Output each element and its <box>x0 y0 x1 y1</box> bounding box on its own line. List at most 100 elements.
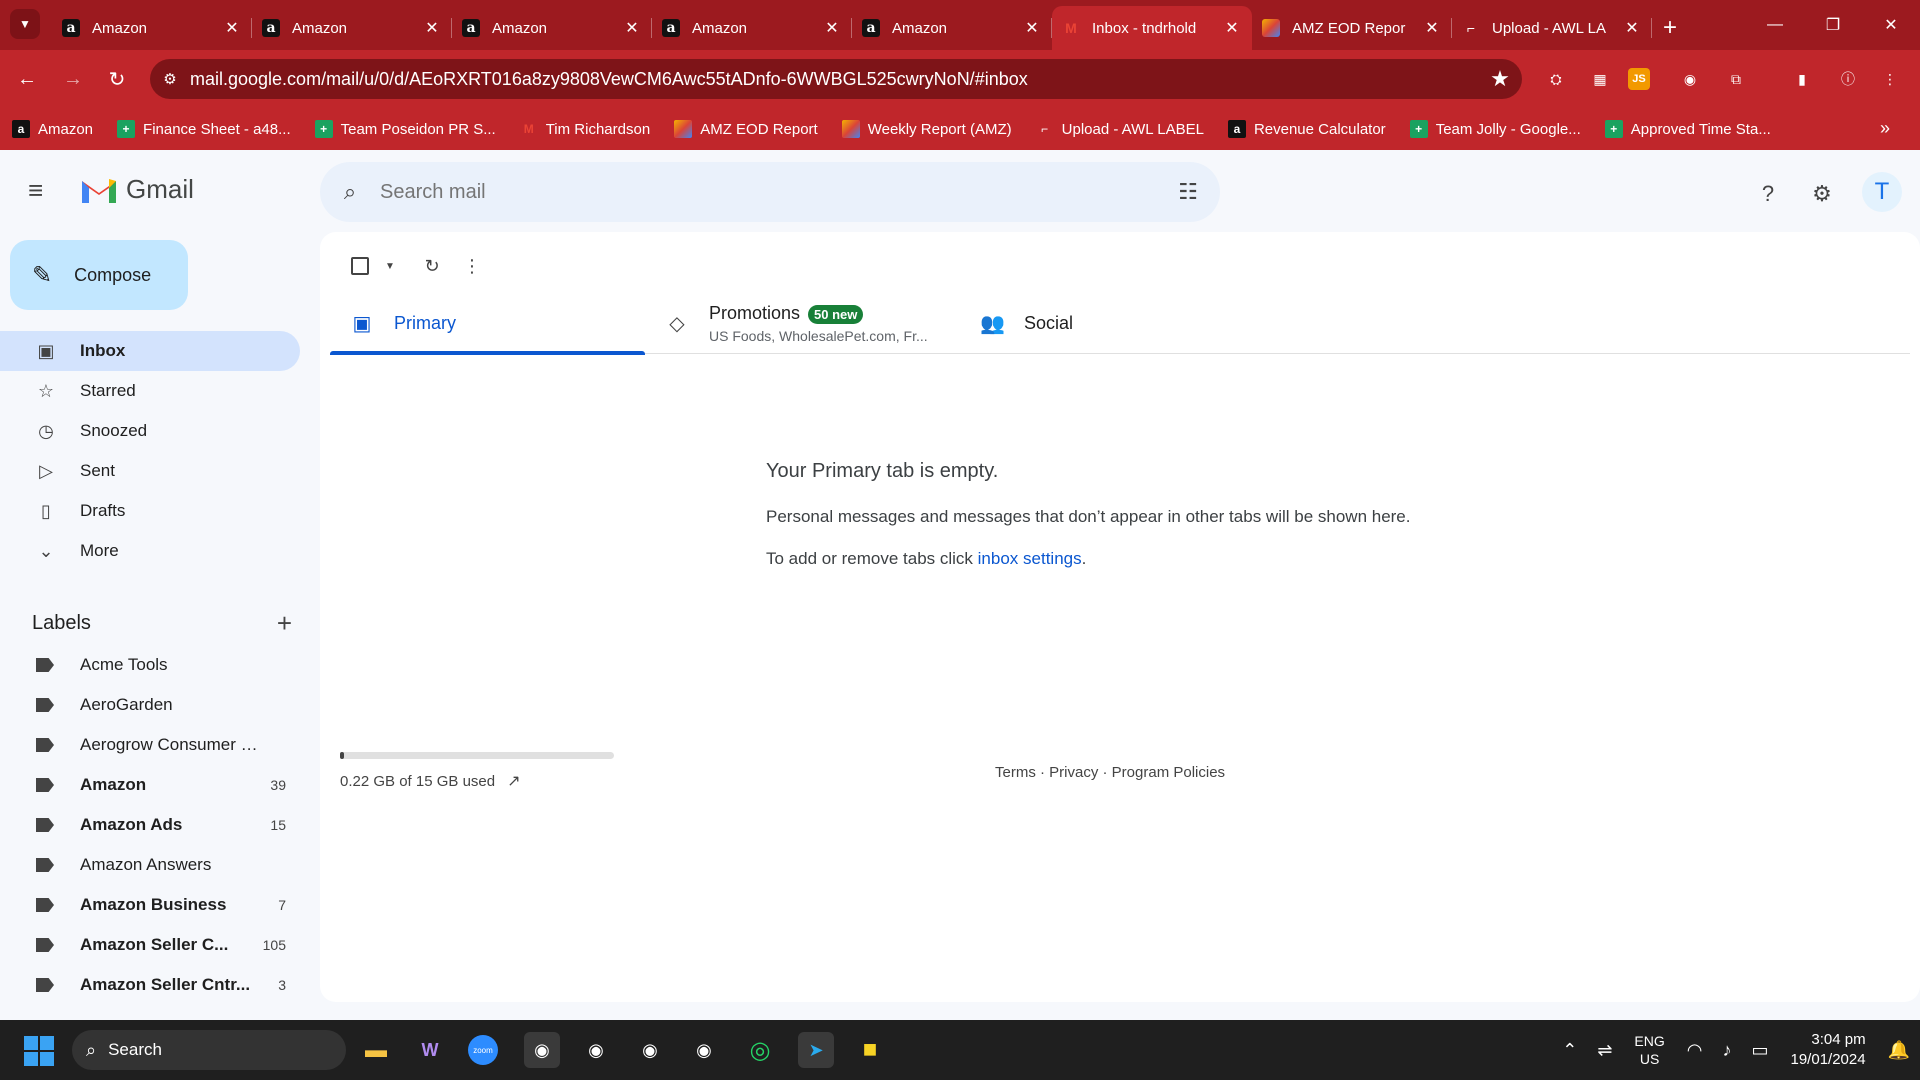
close-tab-icon[interactable]: ✕ <box>1222 18 1242 38</box>
browser-tab[interactable]: a Amazon ✕ <box>252 6 452 50</box>
browser-tab[interactable]: AMZ EOD Repor ✕ <box>1252 6 1452 50</box>
windows-start-icon[interactable] <box>24 1036 54 1066</box>
gmail-logo[interactable]: Gmail <box>80 174 194 205</box>
browser-tab-active[interactable]: M Inbox - tndrhold ✕ <box>1052 6 1252 50</box>
search-options-icon[interactable]: ☷ <box>1156 179 1220 205</box>
bookmark-item[interactable]: + Team Poseidon PR S... <box>314 120 496 138</box>
footer-links[interactable]: Terms · Privacy · Program Policies <box>995 764 1225 781</box>
whatsapp-icon[interactable]: ◎ <box>742 1032 778 1068</box>
chrome-profile-icon[interactable]: ◉ <box>632 1032 668 1068</box>
js-extension-icon[interactable]: JS <box>1628 68 1650 90</box>
notification-bell-icon[interactable]: 🔔 <box>1888 1040 1910 1061</box>
nav-item-inbox[interactable]: ▣ Inbox <box>0 331 300 371</box>
close-tab-icon[interactable]: ✕ <box>622 18 642 38</box>
label-item[interactable]: Amazon Ads 15 <box>0 805 300 845</box>
nav-item-drafts[interactable]: ▯ Drafts <box>0 491 300 531</box>
clock[interactable]: 3:04 pm 19/01/2024 <box>1791 1030 1866 1070</box>
close-tab-icon[interactable]: ✕ <box>222 18 242 38</box>
tab-primary[interactable]: ▣ Primary <box>330 292 645 355</box>
taskbar-search[interactable]: ⌕ Search <box>72 1030 346 1070</box>
bookmark-item[interactable]: + Finance Sheet - a48... <box>117 120 291 138</box>
close-tab-icon[interactable]: ✕ <box>422 18 442 38</box>
reload-icon[interactable]: ↻ <box>102 64 132 94</box>
minimize-icon[interactable]: — <box>1746 0 1804 50</box>
close-window-icon[interactable]: ✕ <box>1862 0 1920 50</box>
extension-off-icon[interactable]: ⛭ <box>1540 63 1572 95</box>
chrome-profile-icon[interactable]: ◉ <box>686 1032 722 1068</box>
forward-icon[interactable]: → <box>58 64 88 94</box>
profile-icon[interactable]: ⓘ <box>1832 63 1864 95</box>
label-item[interactable]: AeroGarden <box>0 685 300 725</box>
nav-item-starred[interactable]: ☆ Starred <box>0 371 300 411</box>
bookmark-item[interactable]: Weekly Report (AMZ) <box>841 120 1012 138</box>
label-item[interactable]: Amazon Answers <box>0 845 300 885</box>
chrome-menu-icon[interactable]: ⋮ <box>1874 63 1906 95</box>
search-bar[interactable]: ⌕ ☷ <box>320 162 1220 222</box>
select-all-checkbox[interactable] <box>340 250 380 282</box>
address-bar[interactable]: ⚙ mail.google.com/mail/u/0/d/AEoRXRT016a… <box>150 59 1522 99</box>
close-tab-icon[interactable]: ✕ <box>1022 18 1042 38</box>
search-input[interactable] <box>380 180 1156 204</box>
color-extension-icon[interactable]: ◉ <box>1674 63 1706 95</box>
more-actions-icon[interactable]: ⋮ <box>452 250 492 282</box>
tab-social[interactable]: 👥 Social <box>960 292 1275 354</box>
close-tab-icon[interactable]: ✕ <box>1622 18 1642 38</box>
settings-gear-icon[interactable]: ⚙ <box>1806 178 1838 210</box>
bookmark-item[interactable]: a Revenue Calculator <box>1227 120 1386 138</box>
main-menu-icon[interactable]: ≡ <box>28 177 60 203</box>
chrome-icon[interactable]: ◉ <box>524 1032 560 1068</box>
file-explorer-icon[interactable]: ▬ <box>358 1032 394 1068</box>
label-item[interactable]: Aerogrow Consumer Se... <box>0 725 300 765</box>
restore-icon[interactable]: ❐ <box>1804 0 1862 50</box>
more-bookmarks-icon[interactable]: » <box>1880 118 1890 139</box>
tab-search-button[interactable]: ▼ <box>10 9 40 39</box>
help-icon[interactable]: ? <box>1752 178 1784 210</box>
close-tab-icon[interactable]: ✕ <box>1422 18 1442 38</box>
label-item[interactable]: Amazon Business 7 <box>0 885 300 925</box>
battery-icon[interactable]: ▭ <box>1751 1040 1768 1061</box>
label-item[interactable]: Amazon Seller C... 105 <box>0 925 300 965</box>
bookmark-item[interactable]: a Amazon <box>12 120 93 138</box>
add-label-icon[interactable]: + <box>277 608 292 639</box>
back-icon[interactable]: ← <box>12 64 42 94</box>
network-settings-icon[interactable]: ⇌ <box>1597 1040 1612 1061</box>
close-tab-icon[interactable]: ✕ <box>822 18 842 38</box>
label-item[interactable]: Acme Tools <box>0 645 300 685</box>
refresh-icon[interactable]: ↻ <box>412 250 452 282</box>
new-tab-button[interactable]: + <box>1652 6 1688 50</box>
site-info-icon[interactable]: ⚙ <box>150 70 190 88</box>
account-avatar[interactable]: T <box>1862 172 1902 212</box>
w-app-icon[interactable]: W <box>412 1032 448 1068</box>
url-text[interactable]: mail.google.com/mail/u/0/d/AEoRXRT016a8z… <box>190 69 1478 90</box>
bookmark-star-icon[interactable]: ★ <box>1478 66 1522 92</box>
browser-tab[interactable]: a Amazon ✕ <box>852 6 1052 50</box>
compose-button[interactable]: ✎ Compose <box>10 240 188 310</box>
select-dropdown-icon[interactable]: ▼ <box>380 250 400 282</box>
bookmark-item[interactable]: AMZ EOD Report <box>674 120 818 138</box>
bookmark-item[interactable]: + Approved Time Sta... <box>1604 120 1771 138</box>
chevron-up-icon[interactable]: ⌃ <box>1562 1040 1577 1061</box>
bookmark-item[interactable]: M Tim Richardson <box>520 120 650 138</box>
label-item[interactable]: Amazon 39 <box>0 765 300 805</box>
tab-promotions[interactable]: ◇ Promotions 50 new US Foods, WholesalePe… <box>645 292 960 354</box>
qr-extension-icon[interactable]: ▦ <box>1584 63 1616 95</box>
search-icon[interactable]: ⌕ <box>320 179 380 205</box>
browser-tab[interactable]: ⌐ Upload - AWL LA ✕ <box>1452 6 1652 50</box>
wifi-icon[interactable]: ◠ <box>1687 1040 1703 1061</box>
label-item[interactable]: Amazon Seller Cntr... 3 <box>0 965 300 1005</box>
telegram-icon[interactable]: ➤ <box>798 1032 834 1068</box>
language-indicator[interactable]: ENG US <box>1634 1032 1664 1068</box>
bookmark-item[interactable]: + Team Jolly - Google... <box>1409 120 1581 138</box>
browser-tab[interactable]: a Amazon ✕ <box>452 6 652 50</box>
nav-item-more[interactable]: ⌄ More <box>0 531 300 571</box>
chrome-profile-icon[interactable]: ◉ <box>578 1032 614 1068</box>
puzzle-extensions-icon[interactable]: ⧉ <box>1720 63 1752 95</box>
sticky-notes-icon[interactable]: ■ <box>852 1032 888 1068</box>
bookmark-item[interactable]: ⌐ Upload - AWL LABEL <box>1036 120 1204 138</box>
browser-tab[interactable]: a Amazon ✕ <box>652 6 852 50</box>
open-external-icon[interactable]: ↗ <box>507 771 520 791</box>
volume-icon[interactable]: ♪ <box>1722 1040 1731 1061</box>
side-panel-icon[interactable]: ▮ <box>1786 63 1818 95</box>
zoom-icon[interactable]: zoom <box>468 1035 498 1065</box>
nav-item-sent[interactable]: ▷ Sent <box>0 451 300 491</box>
